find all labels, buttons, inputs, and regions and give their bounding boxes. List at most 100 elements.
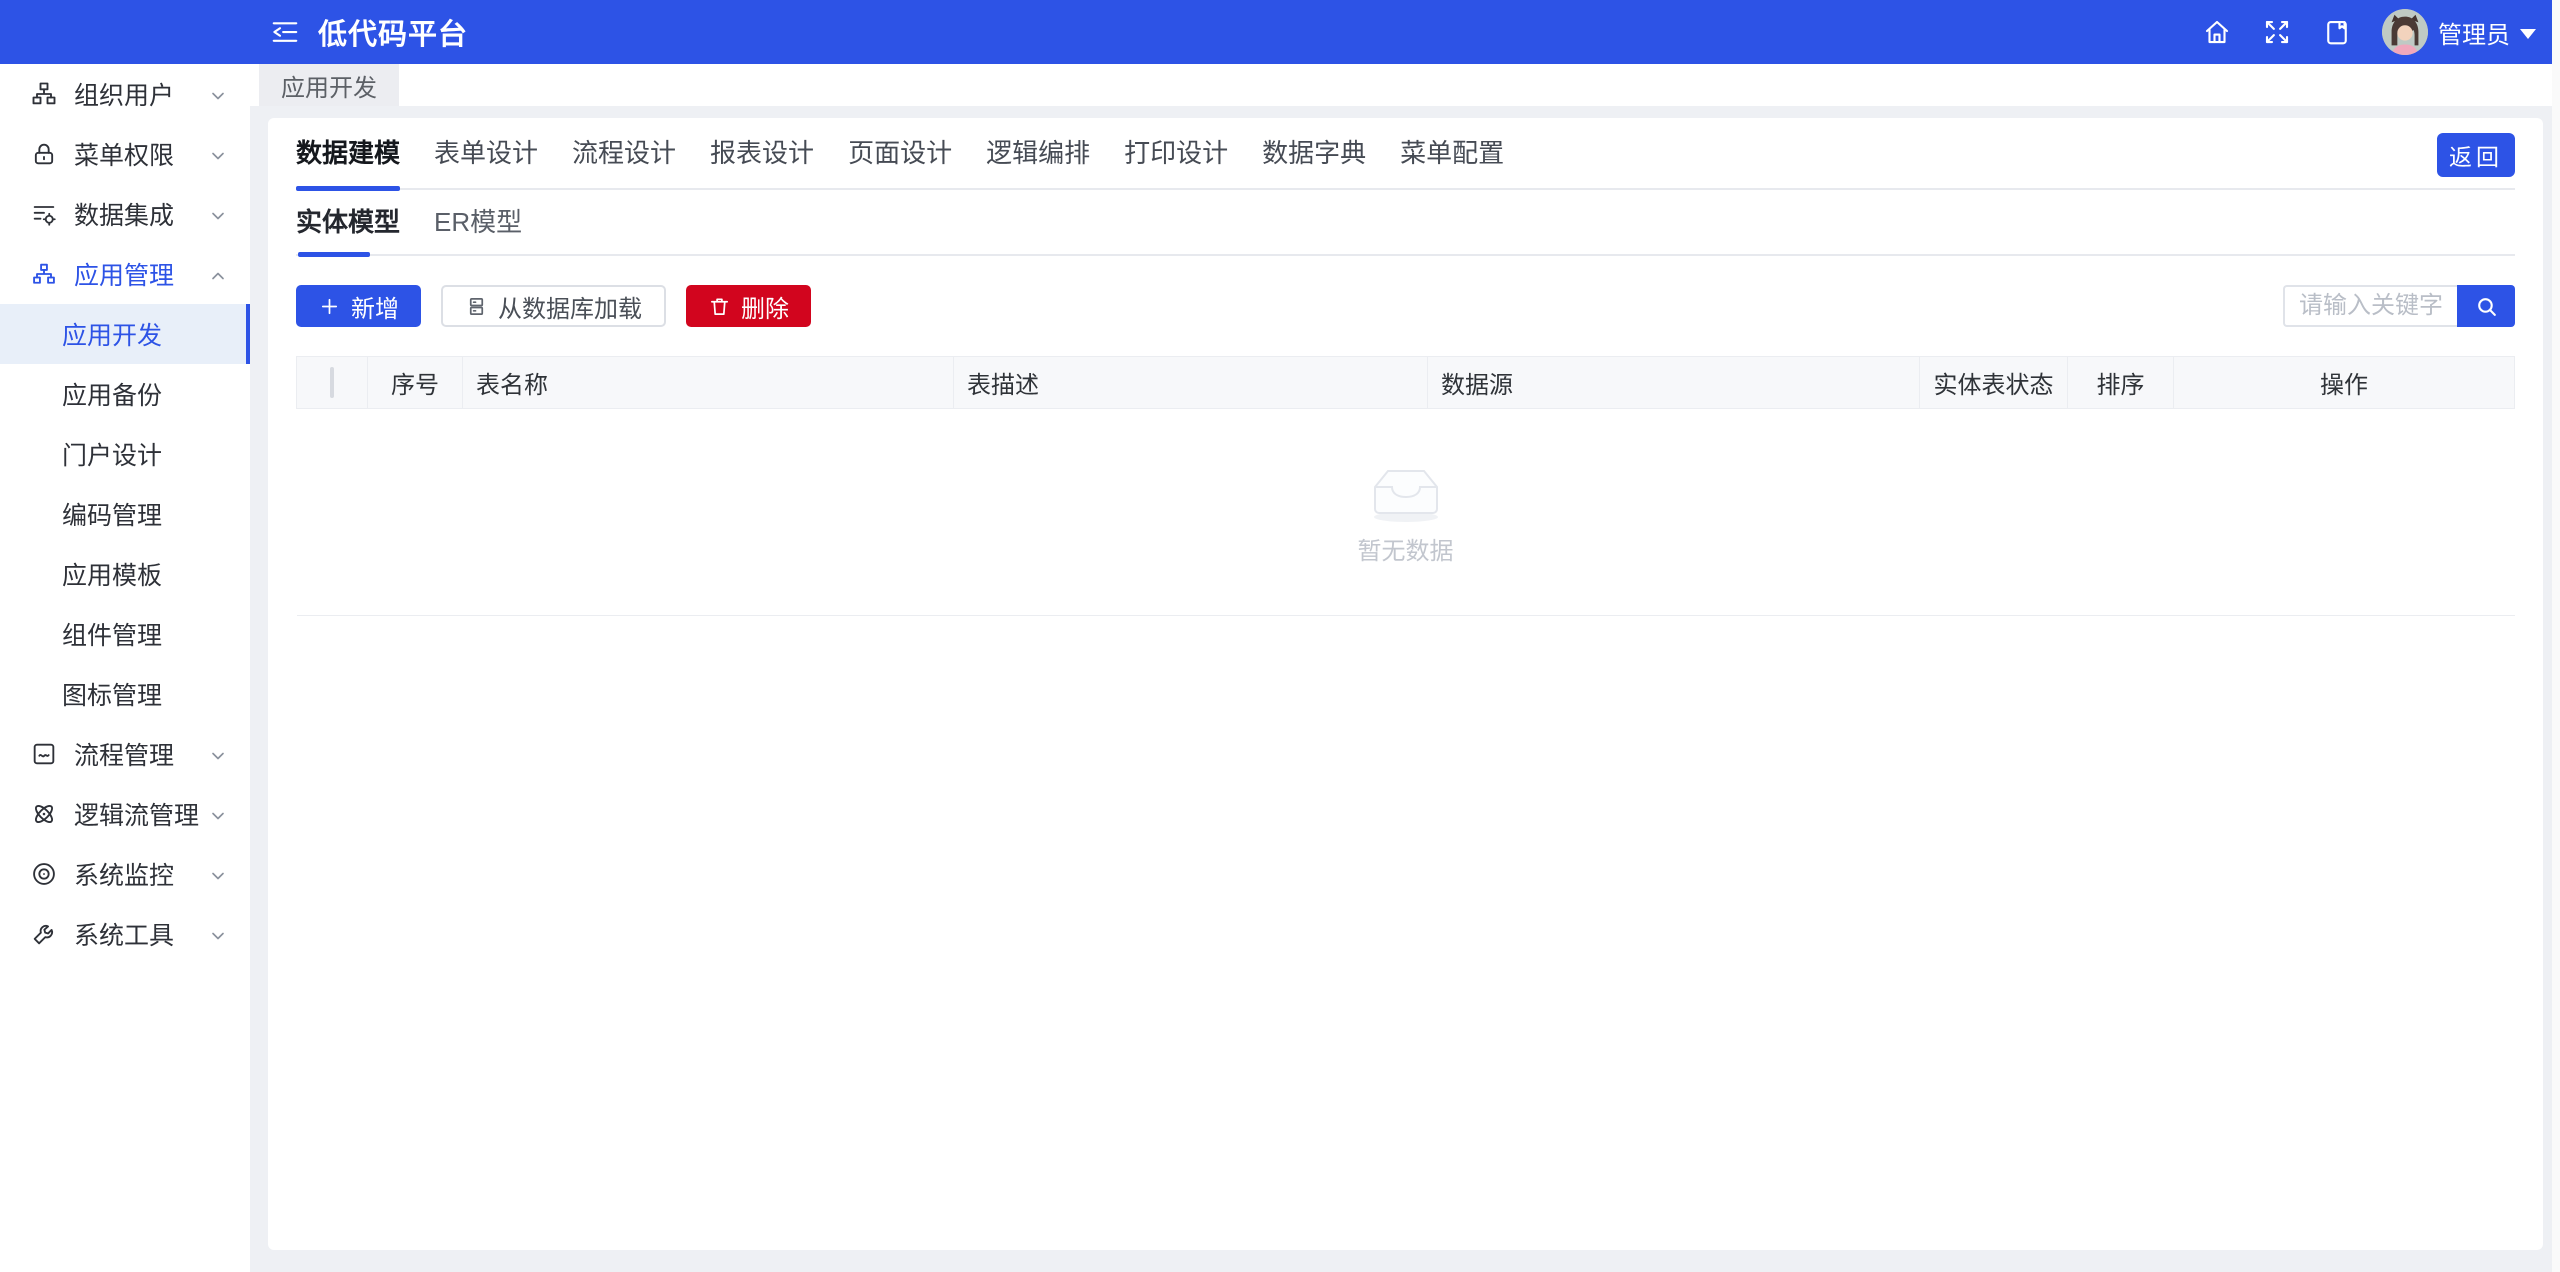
header-right: 管理员 xyxy=(2202,0,2536,64)
sidebar-subitem-portal-design[interactable]: 门户设计 xyxy=(0,424,250,484)
app-header: 低代码平台 xyxy=(0,0,2560,64)
sidebar-item-process-management[interactable]: 流程管理 xyxy=(0,724,250,784)
add-button[interactable]: 新增 xyxy=(296,285,421,327)
sidebar: 组织用户 菜单权限 数据集成 应用管理 应用开发 应用备份 门户设计 编码管理 … xyxy=(0,64,250,1272)
sidebar-item-menu-permissions[interactable]: 菜单权限 xyxy=(0,124,250,184)
sidebar-item-system-monitor[interactable]: 系统监控 xyxy=(0,844,250,904)
app-title: 低代码平台 xyxy=(318,11,468,53)
sidebar-subitem-label: 门户设计 xyxy=(62,436,162,472)
tab-logic-arrangement[interactable]: 逻辑编排 xyxy=(986,117,1090,189)
sidebar-subitem-label: 应用备份 xyxy=(62,376,162,412)
empty-row: 暂无数据 xyxy=(297,409,2515,616)
sidebar-item-label: 逻辑流管理 xyxy=(74,796,199,832)
empty-inbox-icon xyxy=(1361,459,1451,525)
header-left: 低代码平台 xyxy=(270,0,468,64)
search-icon xyxy=(2474,294,2499,319)
column-header-table-name: 表名称 xyxy=(463,357,954,409)
empty-state: 暂无数据 xyxy=(297,459,2515,566)
page-tab-app-development[interactable]: 应用开发 xyxy=(259,64,399,106)
org-chart-icon xyxy=(30,80,58,108)
sidebar-subitem-code-management[interactable]: 编码管理 xyxy=(0,484,250,544)
delete-button[interactable]: 删除 xyxy=(686,285,811,327)
page-tab-strip: 应用开发 xyxy=(250,64,2560,106)
sidebar-subitem-label: 应用开发 xyxy=(62,316,162,352)
search-input[interactable] xyxy=(2283,285,2457,327)
sidebar-item-org-users[interactable]: 组织用户 xyxy=(0,64,250,124)
content-area: 数据建模 表单设计 流程设计 报表设计 页面设计 逻辑编排 打印设计 数据字典 … xyxy=(250,106,2560,1272)
empty-text: 暂无数据 xyxy=(1358,531,1454,566)
tab-page-design[interactable]: 页面设计 xyxy=(848,117,952,189)
select-all-cell xyxy=(297,357,368,409)
column-header-table-description: 表描述 xyxy=(954,357,1428,409)
document-icon[interactable] xyxy=(2322,17,2352,47)
plus-icon xyxy=(318,295,341,318)
load-button-label: 从数据库加载 xyxy=(498,289,642,324)
search-button[interactable] xyxy=(2457,285,2515,327)
sidebar-item-label: 系统工具 xyxy=(74,916,174,952)
sidebar-item-label: 系统监控 xyxy=(74,856,174,892)
sidebar-item-label: 菜单权限 xyxy=(74,136,174,172)
chevron-up-icon xyxy=(208,264,228,284)
back-button[interactable]: 返回 xyxy=(2437,133,2515,177)
chevron-down-icon xyxy=(208,744,228,764)
tab-process-design[interactable]: 流程设计 xyxy=(572,117,676,189)
process-chart-icon xyxy=(30,740,58,768)
database-icon xyxy=(465,295,488,318)
atom-icon xyxy=(30,800,58,828)
chevron-down-icon xyxy=(208,804,228,824)
sidebar-subitem-app-backup[interactable]: 应用备份 xyxy=(0,364,250,424)
sidebar-item-logic-flow[interactable]: 逻辑流管理 xyxy=(0,784,250,844)
designer-tabs: 数据建模 表单设计 流程设计 报表设计 页面设计 逻辑编排 打印设计 数据字典 … xyxy=(296,118,2515,190)
tab-menu-config[interactable]: 菜单配置 xyxy=(1400,117,1504,189)
sidebar-item-system-tools[interactable]: 系统工具 xyxy=(0,904,250,964)
sidebar-subitem-component-management[interactable]: 组件管理 xyxy=(0,604,250,664)
chevron-down-icon xyxy=(208,144,228,164)
subtab-entity-model[interactable]: 实体模型 xyxy=(296,189,400,255)
fullscreen-icon[interactable] xyxy=(2262,17,2292,47)
scrollbar[interactable] xyxy=(2552,0,2560,1272)
toolbar: 新增 从数据库加载 删除 xyxy=(296,285,2515,327)
sidebar-item-label: 流程管理 xyxy=(74,736,174,772)
column-header-sort: 排序 xyxy=(2068,357,2174,409)
subtab-er-model[interactable]: ER模型 xyxy=(434,189,522,255)
sidebar-subitem-app-template[interactable]: 应用模板 xyxy=(0,544,250,604)
chevron-down-icon xyxy=(208,84,228,104)
chevron-down-icon xyxy=(208,204,228,224)
tab-data-modeling[interactable]: 数据建模 xyxy=(296,117,400,189)
tab-print-design[interactable]: 打印设计 xyxy=(1124,117,1228,189)
column-header-index: 序号 xyxy=(368,357,463,409)
column-header-entity-status: 实体表状态 xyxy=(1920,357,2068,409)
sidebar-subitem-app-development[interactable]: 应用开发 xyxy=(0,304,250,364)
chevron-down-icon xyxy=(208,924,228,944)
lock-icon xyxy=(30,140,58,168)
app-management-icon xyxy=(30,260,58,288)
chevron-down-icon xyxy=(208,864,228,884)
data-integration-icon xyxy=(30,200,58,228)
sidebar-item-app-management[interactable]: 应用管理 xyxy=(0,244,250,304)
sidebar-subitem-icon-management[interactable]: 图标管理 xyxy=(0,664,250,724)
select-all-checkbox[interactable] xyxy=(330,367,334,398)
tab-data-dictionary[interactable]: 数据字典 xyxy=(1262,117,1366,189)
sidebar-subitem-label: 编码管理 xyxy=(62,496,162,532)
model-subtabs: 实体模型 ER模型 xyxy=(296,190,2515,256)
tab-report-design[interactable]: 报表设计 xyxy=(710,117,814,189)
search-group xyxy=(2283,285,2515,327)
user-menu[interactable]: 管理员 xyxy=(2382,9,2536,55)
menu-fold-icon[interactable] xyxy=(270,17,300,47)
tab-form-design[interactable]: 表单设计 xyxy=(434,117,538,189)
sidebar-item-label: 组织用户 xyxy=(74,76,174,112)
delete-button-label: 删除 xyxy=(741,289,789,324)
wrench-icon xyxy=(30,920,58,948)
load-from-database-button[interactable]: 从数据库加载 xyxy=(441,285,666,327)
sidebar-subitem-label: 组件管理 xyxy=(62,616,162,652)
home-icon[interactable] xyxy=(2202,17,2232,47)
monitor-eye-icon xyxy=(30,860,58,888)
avatar[interactable] xyxy=(2382,9,2428,55)
sidebar-item-label: 数据集成 xyxy=(74,196,174,232)
add-button-label: 新增 xyxy=(351,289,399,324)
sidebar-item-data-integration[interactable]: 数据集成 xyxy=(0,184,250,244)
user-name[interactable]: 管理员 xyxy=(2438,15,2510,50)
sidebar-subitem-label: 应用模板 xyxy=(62,556,162,592)
sidebar-subitem-label: 图标管理 xyxy=(62,676,162,712)
column-header-data-source: 数据源 xyxy=(1428,357,1920,409)
